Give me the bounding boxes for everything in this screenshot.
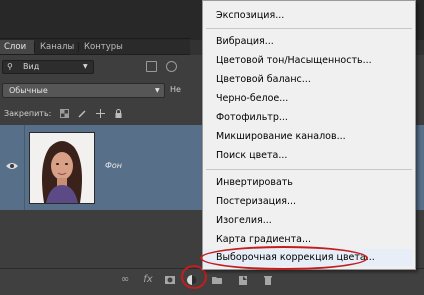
menu-item-posterize[interactable]: Постеризация... (216, 196, 296, 208)
lock-label: Закрепить: (4, 109, 52, 118)
tab-separator (78, 42, 79, 52)
menu-item-exposure[interactable]: Экспозиция... (216, 10, 284, 22)
filter-kind-select[interactable]: ⚲ Вид ▼ (2, 60, 94, 74)
menu-item-vibrance[interactable]: Вибрация... (216, 36, 274, 48)
eye-icon[interactable] (6, 162, 18, 170)
menu-item-photo-filter[interactable]: Фотофильтр... (216, 112, 288, 124)
menu-item-invert[interactable]: Инвертировать (216, 177, 293, 189)
search-icon: ⚲ (7, 62, 13, 71)
tab-paths[interactable]: Контуры (80, 40, 127, 54)
adjustment-filter-icon[interactable] (166, 61, 177, 72)
lock-icon[interactable] (114, 109, 123, 118)
brush-icon[interactable] (78, 109, 87, 118)
move-icon[interactable] (96, 109, 105, 118)
adjustment-menu: Экспозиция... Вибрация... Цветовой тон/Н… (202, 0, 416, 270)
selective-color-highlight-oval (200, 246, 368, 270)
menu-item-color-lookup[interactable]: Поиск цвета... (216, 150, 287, 162)
opacity-label: Не (170, 85, 181, 94)
layer-name[interactable]: Фон (105, 161, 122, 170)
image-filter-icon[interactable] (146, 61, 157, 72)
menu-divider (206, 169, 412, 170)
fx-icon[interactable]: fx (142, 274, 154, 286)
mask-icon[interactable] (164, 274, 176, 286)
menu-item-channel-mixer[interactable]: Микширование каналов... (216, 131, 346, 143)
menu-item-threshold[interactable]: Изогелия... (216, 215, 272, 227)
trash-icon[interactable] (262, 274, 274, 286)
tab-layers[interactable]: Слои (0, 40, 34, 54)
blend-mode-value: Обычные (9, 86, 48, 95)
tab-channels[interactable]: Каналы (36, 40, 78, 54)
menu-item-gradient-map[interactable]: Карта градиента... (216, 234, 311, 246)
filter-kind-label: Вид (23, 62, 40, 71)
divider (24, 125, 25, 210)
menu-item-color-balance[interactable]: Цветовой баланс... (216, 74, 311, 86)
link-icon[interactable]: ∞ (119, 274, 131, 286)
layer-thumbnail[interactable] (29, 132, 95, 204)
chevron-down-icon: ▼ (83, 63, 88, 70)
new-layer-icon[interactable] (237, 274, 249, 286)
chevron-down-icon: ▼ (155, 87, 160, 94)
tab-separator (34, 42, 35, 52)
blend-mode-select[interactable]: Обычные ▼ (2, 83, 165, 98)
divider (0, 38, 190, 39)
menu-divider (206, 28, 412, 29)
menu-item-hue-saturation[interactable]: Цветовой тон/Насыщенность... (216, 55, 372, 67)
folder-icon[interactable] (211, 274, 223, 286)
panel-tabs: Слои Каналы Контуры (0, 40, 190, 55)
portrait-thumbnail (30, 133, 94, 203)
lock-transparent-icon[interactable] (60, 109, 69, 118)
menu-item-black-white[interactable]: Черно-белое... (216, 93, 288, 105)
